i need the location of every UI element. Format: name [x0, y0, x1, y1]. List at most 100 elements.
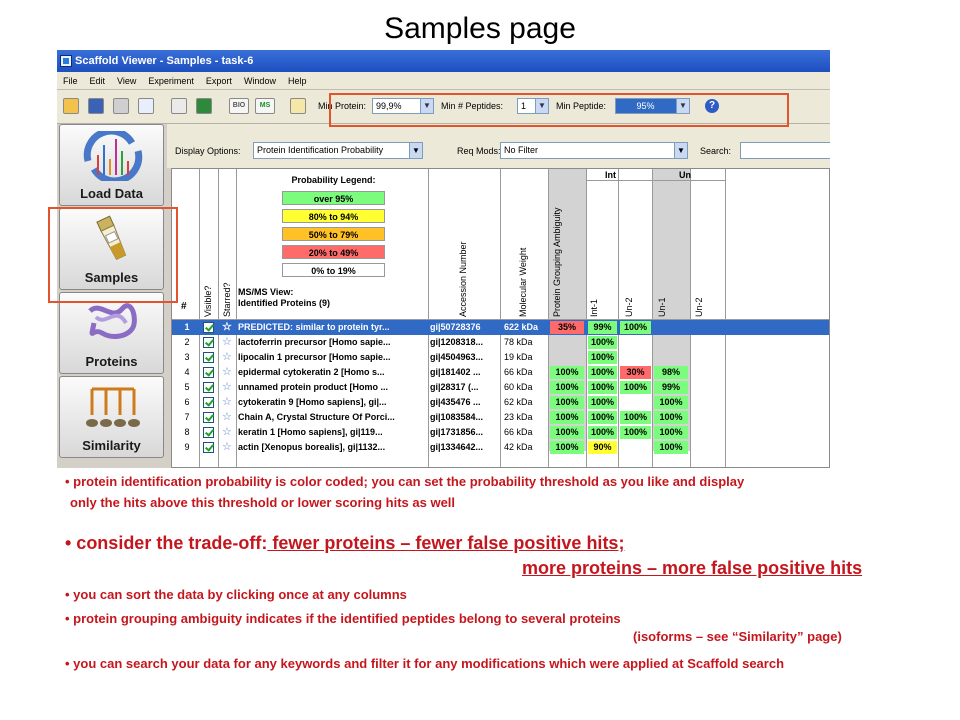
probability-cell[interactable]: 100% [620, 321, 651, 334]
probability-cell[interactable]: 100% [550, 366, 584, 379]
nav-similarity[interactable]: Similarity [59, 376, 164, 458]
ms-icon[interactable]: MS [255, 98, 275, 114]
nav-similarity-label: Similarity [82, 438, 141, 453]
visible-checkbox[interactable] [203, 352, 214, 363]
visible-checkbox[interactable] [203, 412, 214, 423]
window-titlebar[interactable]: Scaffold Viewer - Samples - task-6 [57, 50, 830, 72]
nav-load-data[interactable]: Load Data [59, 124, 164, 206]
probability-cell[interactable]: 100% [588, 381, 617, 394]
probability-cell[interactable]: 100% [588, 426, 617, 439]
visible-checkbox[interactable] [203, 322, 214, 333]
copy-icon[interactable] [171, 98, 187, 114]
visible-checkbox[interactable] [203, 367, 214, 378]
table-row[interactable]: 7 ☆ Chain A, Crystal Structure Of Porci...… [172, 410, 829, 425]
visible-checkbox[interactable] [203, 382, 214, 393]
save-icon[interactable] [88, 98, 104, 114]
protein-name: lactoferrin precursor [Homo sapie... [238, 337, 391, 347]
table-row[interactable]: 6 ☆ cytokeratin 9 [Homo sapiens], gi|... gi… [172, 395, 829, 410]
probability-cell[interactable]: 100% [620, 426, 651, 439]
table-row[interactable]: 8 ☆ keratin 1 [Homo sapiens], gi|119... gi|… [172, 425, 829, 440]
legend-80-94: 80% to 94% [282, 209, 385, 223]
req-mods-select[interactable]: No Filter ▼ [500, 142, 688, 159]
header-sample-un-2[interactable]: Un-2 [624, 297, 634, 317]
probability-cell[interactable]: 100% [588, 336, 617, 349]
visible-checkbox[interactable] [203, 427, 214, 438]
accession-number: gi|1208318... [430, 337, 484, 347]
table-row[interactable]: 5 ☆ unnamed protein product [Homo ... gi|28… [172, 380, 829, 395]
visible-checkbox[interactable] [203, 442, 214, 453]
probability-cell[interactable]: 99% [654, 381, 688, 394]
star-icon[interactable]: ☆ [222, 425, 232, 440]
probability-cell[interactable]: 35% [550, 321, 584, 334]
probability-cell[interactable]: 100% [654, 411, 688, 424]
app-icon [60, 55, 72, 67]
excel-export-icon[interactable] [196, 98, 212, 114]
probability-cell[interactable]: 100% [588, 351, 617, 364]
probability-cell[interactable]: 100% [588, 396, 617, 409]
accession-number: gi|28317 (... [430, 382, 479, 392]
open-folder-icon[interactable] [63, 98, 79, 114]
star-icon[interactable]: ☆ [222, 350, 232, 365]
probability-cell[interactable]: 100% [550, 441, 584, 454]
probability-cell[interactable]: 90% [588, 441, 617, 454]
header-visible[interactable]: Visible? [203, 286, 213, 317]
menu-experiment[interactable]: Experiment [142, 76, 200, 86]
star-icon[interactable]: ☆ [222, 440, 232, 455]
header-molecular-weight[interactable]: Molecular Weight [518, 248, 528, 317]
probability-cell[interactable]: 100% [588, 366, 617, 379]
print-icon[interactable] [113, 98, 129, 114]
table-row[interactable]: 1 ☆ PREDICTED: similar to protein tyr... gi… [172, 320, 829, 335]
header-starred[interactable]: Starred? [222, 282, 232, 317]
menu-edit[interactable]: Edit [84, 76, 112, 86]
star-icon[interactable]: ☆ [222, 335, 232, 350]
menu-bar: File Edit View Experiment Export Window … [57, 72, 830, 90]
probability-cell[interactable]: 100% [550, 396, 584, 409]
probability-cell[interactable]: 100% [620, 381, 651, 394]
chevron-down-icon: ▼ [674, 143, 687, 158]
view-title-line2[interactable]: Identified Proteins (9) [238, 298, 330, 308]
probability-cell[interactable]: 30% [620, 366, 651, 379]
probability-cell[interactable]: 98% [654, 366, 688, 379]
probability-cell[interactable]: 100% [550, 411, 584, 424]
nav-proteins[interactable]: Proteins [59, 292, 164, 374]
header-sample-un-2b[interactable]: Un-2 [694, 297, 704, 317]
header-sample-int-1[interactable]: Int-1 [589, 299, 599, 317]
header-row-number[interactable]: # [181, 301, 187, 312]
print-preview-icon[interactable] [138, 98, 154, 114]
probability-cell[interactable]: 100% [654, 426, 688, 439]
probability-cell[interactable]: 100% [654, 396, 688, 409]
table-row[interactable]: 9 ☆ actin [Xenopus borealis], gi|1132... gi… [172, 440, 829, 455]
table-row[interactable]: 3 ☆ lipocalin 1 precursor [Homo sapie... gi… [172, 350, 829, 365]
search-input[interactable] [740, 142, 830, 159]
menu-export[interactable]: Export [200, 76, 238, 86]
header-accession[interactable]: Accession Number [458, 241, 468, 317]
probability-cell[interactable]: 100% [620, 411, 651, 424]
visible-checkbox[interactable] [203, 337, 214, 348]
table-row[interactable]: 2 ☆ lactoferrin precursor [Homo sapie... gi… [172, 335, 829, 350]
probability-cell[interactable]: 99% [588, 321, 617, 334]
bullet-probability-line2: only the hits above this threshold or lo… [70, 495, 456, 510]
star-icon[interactable]: ☆ [222, 395, 232, 410]
bar-chart-icon[interactable] [290, 98, 306, 114]
probability-cell[interactable]: 100% [550, 426, 584, 439]
probability-cell[interactable]: 100% [550, 381, 584, 394]
probability-cell[interactable]: 100% [588, 411, 617, 424]
menu-file[interactable]: File [57, 76, 84, 86]
star-icon[interactable]: ☆ [222, 410, 232, 425]
display-options-value: Protein Identification Probability [257, 145, 384, 155]
star-icon[interactable]: ☆ [222, 320, 232, 335]
samples-highlight-frame [48, 207, 178, 303]
star-icon[interactable]: ☆ [222, 365, 232, 380]
probability-cell[interactable]: 100% [654, 441, 688, 454]
table-row[interactable]: 4 ☆ epidermal cytokeratin 2 [Homo s... gi|1… [172, 365, 829, 380]
menu-view[interactable]: View [111, 76, 142, 86]
header-sample-un-1[interactable]: Un-1 [657, 297, 667, 317]
bio-icon[interactable]: BIO [229, 98, 249, 114]
display-options-select[interactable]: Protein Identification Probability ▼ [253, 142, 423, 159]
menu-help[interactable]: Help [282, 76, 313, 86]
molecular-weight: 622 kDa [504, 322, 539, 332]
star-icon[interactable]: ☆ [222, 380, 232, 395]
visible-checkbox[interactable] [203, 397, 214, 408]
header-ambiguity[interactable]: Protein Grouping Ambiguity [552, 207, 562, 317]
menu-window[interactable]: Window [238, 76, 282, 86]
